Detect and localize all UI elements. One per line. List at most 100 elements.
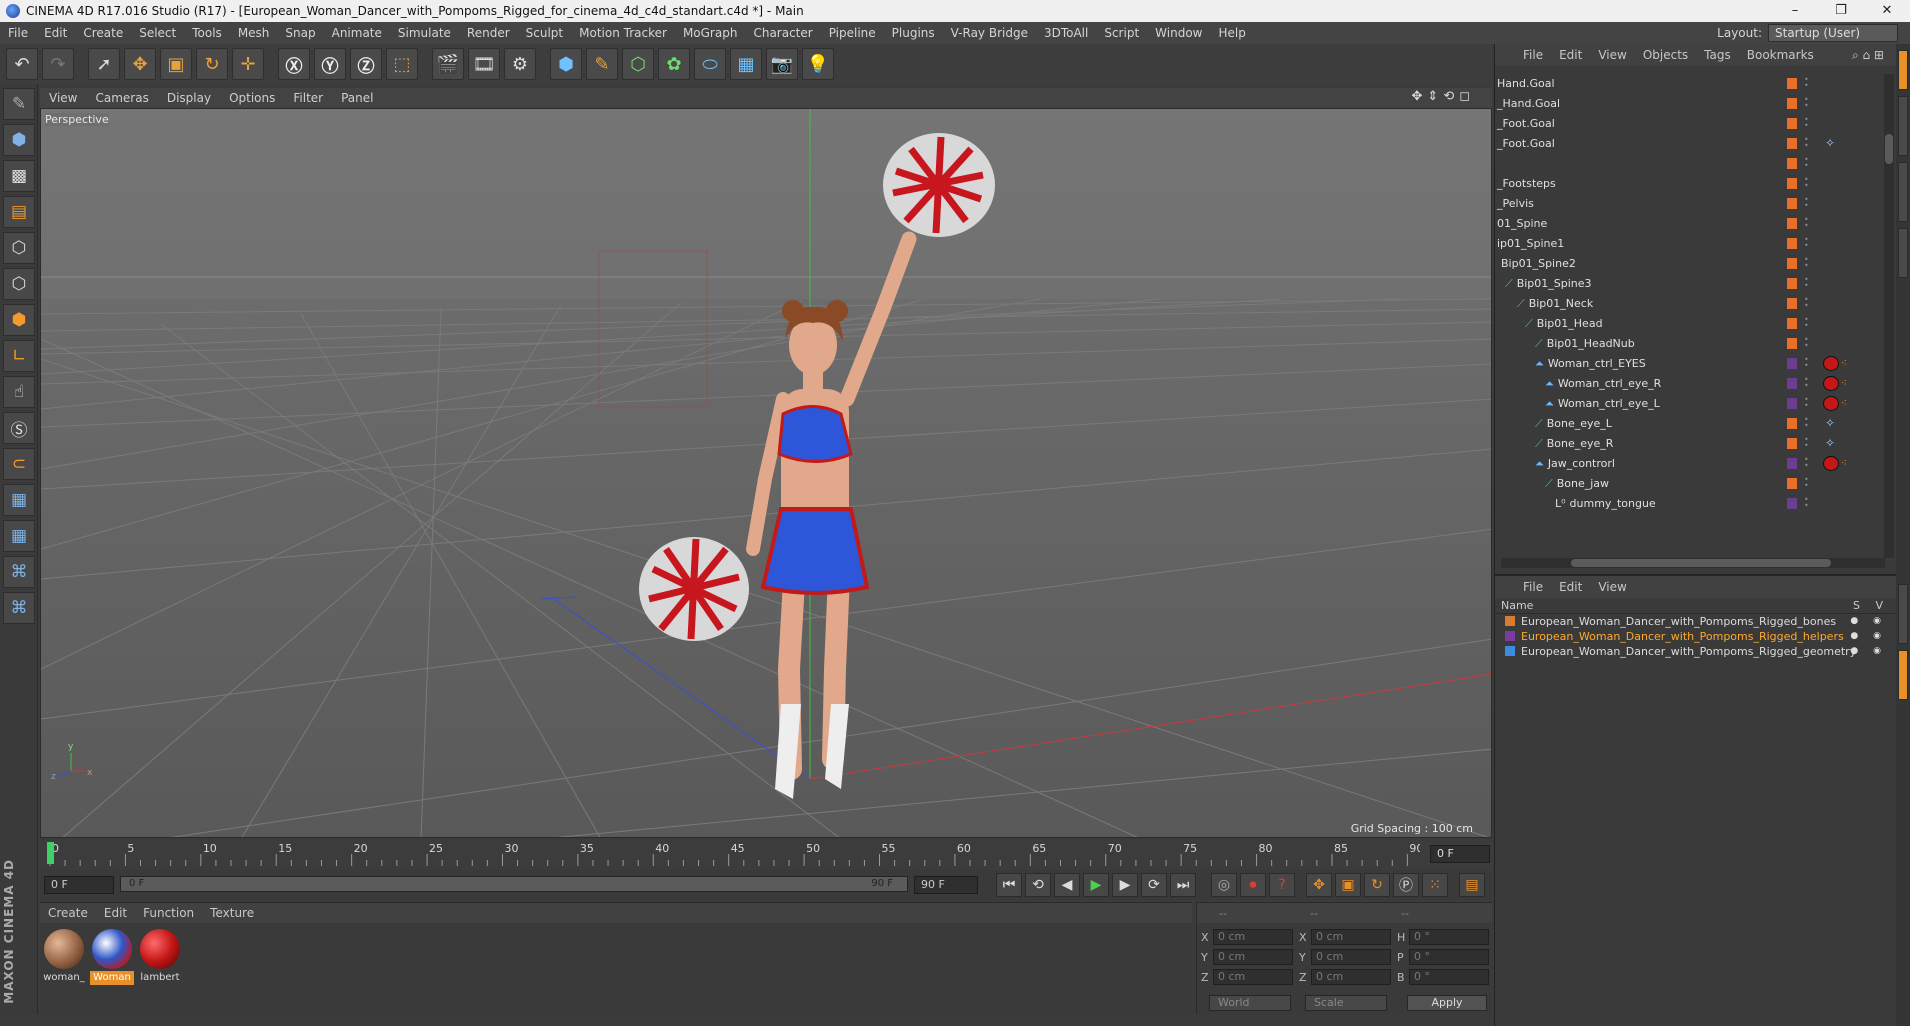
layer-color-dot[interactable] xyxy=(1787,498,1797,509)
material-swatch-woman[interactable]: Woman xyxy=(90,929,134,985)
object-row[interactable]: Bip01_Spine2 • • xyxy=(1495,254,1885,274)
viewport-menu-options[interactable]: Options xyxy=(220,91,284,105)
object-list-horizontal-scrollbar[interactable] xyxy=(1501,558,1885,568)
layer-color-swatch[interactable] xyxy=(1505,616,1515,626)
layer-color-dot[interactable] xyxy=(1787,398,1797,409)
visibility-toggle-icon[interactable]: • • xyxy=(1804,436,1809,450)
display-tag-icon[interactable] xyxy=(1823,376,1839,391)
objects-menu-bookmarks[interactable]: Bookmarks xyxy=(1739,48,1822,62)
locked-workplane-icon[interactable]: ▦ xyxy=(3,484,35,516)
render-to-picture-viewer-icon[interactable]: 🎞 xyxy=(468,48,500,80)
polygons-mode-icon[interactable]: ⬢ xyxy=(3,304,35,336)
object-row[interactable]: 01_Spine • • xyxy=(1495,214,1885,234)
structure-tab[interactable] xyxy=(1898,228,1908,278)
display-tag-icon[interactable] xyxy=(1823,456,1839,471)
layer-color-dot[interactable] xyxy=(1787,418,1797,429)
layers-menu-view[interactable]: View xyxy=(1590,580,1634,594)
live-selection-icon[interactable]: ➚ xyxy=(88,48,120,80)
layer-color-swatch[interactable] xyxy=(1505,646,1515,656)
menu-window[interactable]: Window xyxy=(1147,26,1210,40)
menu-motion-tracker[interactable]: Motion Tracker xyxy=(571,26,675,40)
object-row[interactable]: ⟋ Bip01_Head • • xyxy=(1495,314,1885,334)
layer-color-dot[interactable] xyxy=(1787,298,1797,309)
end-frame-field[interactable]: 90 F xyxy=(914,876,978,894)
objects-tab[interactable] xyxy=(1898,50,1908,90)
object-row[interactable]: _Foot.Goal • • ✧ xyxy=(1495,134,1885,154)
constraint-tag-icon[interactable]: ⁖ xyxy=(1841,398,1853,410)
takes-tab[interactable] xyxy=(1898,96,1908,156)
object-list-vertical-scrollbar[interactable] xyxy=(1884,74,1894,558)
viewport-menu-cameras[interactable]: Cameras xyxy=(86,91,157,105)
parameter-key-icon[interactable]: Ⓟ xyxy=(1393,873,1419,897)
layer-color-dot[interactable] xyxy=(1787,278,1797,289)
material-swatch-woman-skin[interactable]: woman_ xyxy=(42,929,86,985)
layer-visibility-icon[interactable]: ● ◉ xyxy=(1850,616,1887,626)
z-axis-lock-icon[interactable]: Ⓩ xyxy=(350,48,382,80)
scale-tool-icon[interactable]: ▣ xyxy=(160,48,192,80)
position-key-icon[interactable]: ✥ xyxy=(1306,873,1332,897)
rotation-p-field[interactable]: 0 ° xyxy=(1409,949,1489,965)
record-keys-icon[interactable]: ◎ xyxy=(1211,873,1237,897)
workplane-icon[interactable]: ▤ xyxy=(3,196,35,228)
layer-row[interactable]: European_Woman_Dancer_with_Pompoms_Rigge… xyxy=(1495,644,1897,659)
menu-tools[interactable]: Tools xyxy=(184,26,230,40)
object-row[interactable]: ⟋ Bone_eye_L • • ✧ xyxy=(1495,414,1885,434)
layer-color-dot[interactable] xyxy=(1787,198,1797,209)
deformer-icon[interactable]: ⬭ xyxy=(694,48,726,80)
layer-visibility-icon[interactable]: ● ◉ xyxy=(1850,646,1887,656)
material-menu-function[interactable]: Function xyxy=(135,906,202,920)
rotation-key-icon[interactable]: ↻ xyxy=(1364,873,1390,897)
visibility-toggle-icon[interactable]: • • xyxy=(1804,456,1809,470)
light-icon[interactable]: 💡 xyxy=(802,48,834,80)
timeline-ruler[interactable]: 0 5 10 15 20 25 30 35 40 45 50 55 60 65 70 75 80 85 90 0 F xyxy=(40,840,1492,870)
object-row[interactable]: ⟋ Bone_eye_R • • ✧ xyxy=(1495,434,1885,454)
visibility-toggle-icon[interactable]: • • xyxy=(1804,196,1809,210)
ik-tag-icon[interactable]: ✧ xyxy=(1825,136,1835,150)
edges-mode-icon[interactable]: ⬡ xyxy=(3,268,35,300)
timeline-window-icon[interactable]: ▤ xyxy=(1459,873,1485,897)
planar-workplane-icon[interactable]: ▦ xyxy=(3,520,35,552)
pen-spline-icon[interactable]: ✎ xyxy=(586,48,618,80)
constraint-tag-icon[interactable]: ⁖ xyxy=(1841,378,1853,390)
layer-color-dot[interactable] xyxy=(1787,458,1797,469)
ik-tag-icon[interactable]: ✧ xyxy=(1825,436,1835,450)
object-row[interactable]: ⏶ Woman_ctrl_eye_R • • ⁖ xyxy=(1495,374,1885,394)
menu-pipeline[interactable]: Pipeline xyxy=(821,26,884,40)
size-z-field[interactable]: 0 cm xyxy=(1311,969,1391,985)
object-row[interactable]: Hand.Goal • • xyxy=(1495,74,1885,94)
constraint-tag-icon[interactable]: ⁖ xyxy=(1841,458,1853,470)
layer-row[interactable]: European_Woman_Dancer_with_Pompoms_Rigge… xyxy=(1495,614,1897,629)
keyframe-selection-icon[interactable]: ? xyxy=(1269,873,1295,897)
menu-animate[interactable]: Animate xyxy=(324,26,390,40)
undo-icon[interactable]: ↶ xyxy=(6,48,38,80)
goto-end-icon[interactable]: ⏭ xyxy=(1170,873,1196,897)
rotate-tool-icon[interactable]: ↻ xyxy=(196,48,228,80)
visibility-toggle-icon[interactable]: • • xyxy=(1804,376,1809,390)
layer-color-dot[interactable] xyxy=(1787,78,1797,89)
layer-visibility-icon[interactable]: ● ◉ xyxy=(1850,631,1887,641)
recent-tool-icon[interactable]: ✛ xyxy=(232,48,264,80)
menu-mograph[interactable]: MoGraph xyxy=(675,26,746,40)
objects-menu-tags[interactable]: Tags xyxy=(1696,48,1739,62)
layer-row[interactable]: European_Woman_Dancer_with_Pompoms_Rigge… xyxy=(1495,629,1897,644)
layer-color-dot[interactable] xyxy=(1787,238,1797,249)
position-z-field[interactable]: 0 cm xyxy=(1213,969,1293,985)
object-row[interactable]: _Pelvis • • xyxy=(1495,194,1885,214)
restore-button[interactable]: ❐ xyxy=(1818,0,1864,22)
menu-help[interactable]: Help xyxy=(1210,26,1253,40)
menu-simulate[interactable]: Simulate xyxy=(390,26,459,40)
play-icon[interactable]: ▶ xyxy=(1083,873,1109,897)
cube-object-icon[interactable]: ⬢ xyxy=(550,48,582,80)
viewport-navigation-icon[interactable]: ✥⇕⟲◻ xyxy=(1403,89,1484,104)
visibility-toggle-icon[interactable]: • • xyxy=(1804,476,1809,490)
minimize-button[interactable]: – xyxy=(1772,0,1818,22)
menu-3dtoall[interactable]: 3DToAll xyxy=(1036,26,1096,40)
object-row[interactable]: ⟋ Bip01_Spine3 • • xyxy=(1495,274,1885,294)
close-button[interactable]: ✕ xyxy=(1864,0,1910,22)
menu-edit[interactable]: Edit xyxy=(36,26,75,40)
autokey-icon[interactable]: ⏺ xyxy=(1240,873,1266,897)
point-level-key-icon[interactable]: ⁙ xyxy=(1422,873,1448,897)
rotation-b-field[interactable]: 0 ° xyxy=(1409,969,1489,985)
visibility-toggle-icon[interactable]: • • xyxy=(1804,316,1809,330)
layers-menu-file[interactable]: File xyxy=(1515,580,1551,594)
